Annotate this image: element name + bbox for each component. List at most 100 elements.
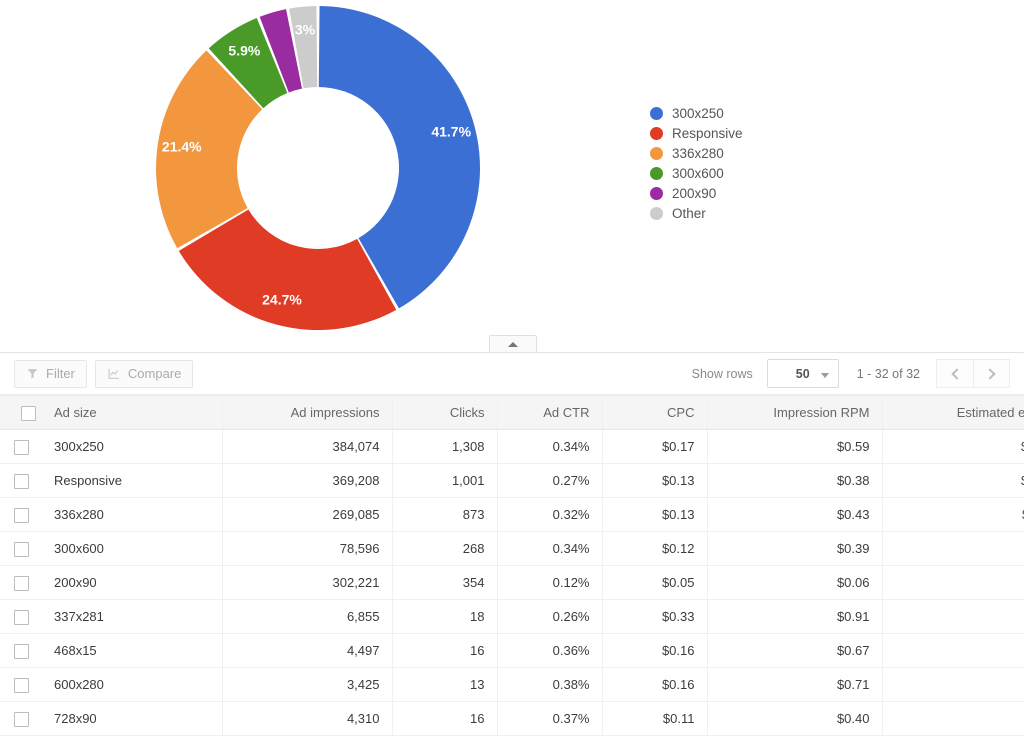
- table-row[interactable]: 600x2803,425130.38%$0.16$0.71$2.06: [0, 667, 1024, 702]
- table-row[interactable]: 468x154,497160.36%$0.16$0.67$2.51: [0, 633, 1024, 668]
- cell-ctr: 0.26%: [497, 599, 603, 634]
- row-select-cell: [0, 701, 42, 736]
- cell-ad-size: 336x280: [42, 497, 223, 532]
- row-checkbox[interactable]: [14, 677, 29, 693]
- row-checkbox[interactable]: [14, 711, 29, 727]
- legend-item[interactable]: 200x90: [650, 186, 743, 201]
- cell-cpc: $0.33: [602, 599, 708, 634]
- table-row[interactable]: 300x250384,0741,3080.34%$0.17$0.59$225.0…: [0, 429, 1024, 464]
- cell-earnings: $17.42: [882, 565, 1024, 600]
- cell-rpm: $0.67: [707, 633, 883, 668]
- donut-slice-label: 3%: [295, 22, 316, 38]
- column-header-ad-size[interactable]: Ad size: [42, 395, 223, 430]
- next-page-button[interactable]: [973, 359, 1010, 388]
- table-row[interactable]: 336x280269,0858730.32%$0.13$0.43$115.21: [0, 497, 1024, 532]
- legend-item[interactable]: Responsive: [650, 126, 743, 141]
- cell-ad-size: 337x281: [42, 599, 223, 634]
- table-header-row: Ad size Ad impressions Clicks Ad CTR CPC…: [0, 395, 1024, 430]
- select-all-checkbox[interactable]: [20, 405, 36, 421]
- cell-earnings: $2.51: [882, 633, 1024, 668]
- row-select-cell: [0, 497, 42, 532]
- pagination-controls: Show rows 50 1 - 32 of 32: [692, 359, 1010, 388]
- legend-item-label: Other: [672, 206, 706, 221]
- row-checkbox[interactable]: [14, 439, 29, 455]
- cell-ctr: 0.27%: [497, 463, 603, 498]
- show-rows-label: Show rows: [691, 366, 753, 381]
- cell-rpm: $0.59: [707, 429, 883, 464]
- cell-rpm: $0.39: [707, 531, 883, 566]
- cell-ad-size: 200x90: [42, 565, 223, 600]
- donut-slice-label: 5.9%: [228, 42, 260, 58]
- chevron-left-icon: [950, 367, 963, 380]
- legend-swatch-icon: [650, 167, 663, 180]
- legend-item[interactable]: 336x280: [650, 146, 743, 161]
- cell-clicks: 354: [392, 565, 498, 600]
- legend-item[interactable]: Other: [650, 206, 743, 221]
- chevron-right-icon: [984, 367, 996, 380]
- donut-chart-svg: 41.7% 24.7% 21.4% 5.9% 3%: [156, 6, 481, 331]
- column-header-earnings[interactable]: Estimated earnings: [882, 395, 1024, 430]
- cell-impressions: 6,855: [222, 599, 393, 634]
- cell-cpc: $0.13: [602, 463, 708, 498]
- row-checkbox[interactable]: [14, 609, 29, 625]
- cell-earnings: $2.06: [882, 667, 1024, 702]
- cell-rpm: $0.38: [707, 463, 883, 498]
- column-header-impressions[interactable]: Ad impressions: [222, 395, 393, 430]
- row-checkbox[interactable]: [14, 643, 29, 659]
- cell-earnings: $1.74: [882, 701, 1024, 736]
- cell-rpm: $0.40: [707, 701, 883, 736]
- donut-slice-label: 21.4%: [162, 139, 202, 155]
- row-checkbox[interactable]: [14, 541, 29, 557]
- table-row[interactable]: 337x2816,855180.26%$0.33$0.91$5.86: [0, 599, 1024, 634]
- table-body: 300x250384,0741,3080.34%$0.17$0.59$225.0…: [0, 429, 1024, 736]
- table-row[interactable]: 300x60078,5962680.34%$0.12$0.39$32.06: [0, 531, 1024, 566]
- table-row[interactable]: Responsive369,2081,0010.27%$0.13$0.38$13…: [0, 463, 1024, 498]
- column-header-rpm[interactable]: Impression RPM: [707, 395, 883, 430]
- cell-ad-size: Responsive: [42, 463, 223, 498]
- row-select-cell: [0, 667, 42, 702]
- cell-clicks: 268: [392, 531, 498, 566]
- row-select-cell: [0, 599, 42, 634]
- legend-item-label: 300x250: [672, 106, 724, 121]
- donut-slice-label: 24.7%: [262, 292, 302, 308]
- cell-impressions: 4,310: [222, 701, 393, 736]
- cell-earnings: $115.21: [882, 497, 1024, 532]
- cell-impressions: 269,085: [222, 497, 393, 532]
- row-checkbox[interactable]: [14, 575, 29, 591]
- cell-clicks: 1,001: [392, 463, 498, 498]
- legend-item-label: Responsive: [672, 126, 743, 141]
- caret-up-icon: [508, 341, 518, 347]
- legend-item-label: 300x600: [672, 166, 724, 181]
- cell-ad-size: 728x90: [42, 701, 223, 736]
- cell-impressions: 302,221: [222, 565, 393, 600]
- legend-item[interactable]: 300x600: [650, 166, 743, 181]
- donut-slice-label: 41.7%: [431, 124, 471, 140]
- compare-button[interactable]: Compare: [94, 359, 194, 388]
- previous-page-button[interactable]: [936, 359, 973, 388]
- collapse-chart-tab[interactable]: [489, 335, 537, 352]
- cell-impressions: 4,497: [222, 633, 393, 668]
- row-checkbox[interactable]: [14, 507, 29, 523]
- table-row[interactable]: 728x904,310160.37%$0.11$0.40$1.74: [0, 701, 1024, 736]
- chart-legend: 300x250 Responsive 336x280 300x600 200x90 Oth…: [650, 106, 743, 221]
- cell-ctr: 0.12%: [497, 565, 603, 600]
- donut-slice-group: [156, 6, 481, 331]
- cell-ctr: 0.34%: [497, 531, 603, 566]
- legend-item[interactable]: 300x250: [650, 106, 743, 121]
- table-header: Ad size Ad impressions Clicks Ad CTR CPC…: [0, 395, 1024, 430]
- row-checkbox[interactable]: [14, 473, 29, 489]
- filter-button[interactable]: Filter: [14, 359, 87, 388]
- cell-rpm: $0.43: [707, 497, 883, 532]
- table-row[interactable]: 200x90302,2213540.12%$0.05$0.06$17.42: [0, 565, 1024, 600]
- rows-per-page-select[interactable]: 50: [766, 359, 839, 388]
- column-header-cpc[interactable]: CPC: [602, 395, 708, 430]
- pagination-range: 1 - 32 of 32: [856, 366, 920, 381]
- column-header-ctr[interactable]: Ad CTR: [497, 395, 603, 430]
- column-header-clicks[interactable]: Clicks: [392, 395, 498, 430]
- legend-swatch-icon: [650, 107, 663, 120]
- table-panel: Filter Compare Show rows 50 1 - 32 of 32: [0, 352, 1024, 746]
- cell-rpm: $0.06: [707, 565, 883, 600]
- cell-impressions: 78,596: [222, 531, 393, 566]
- row-select-cell: [0, 633, 42, 668]
- cell-cpc: $0.12: [602, 531, 708, 566]
